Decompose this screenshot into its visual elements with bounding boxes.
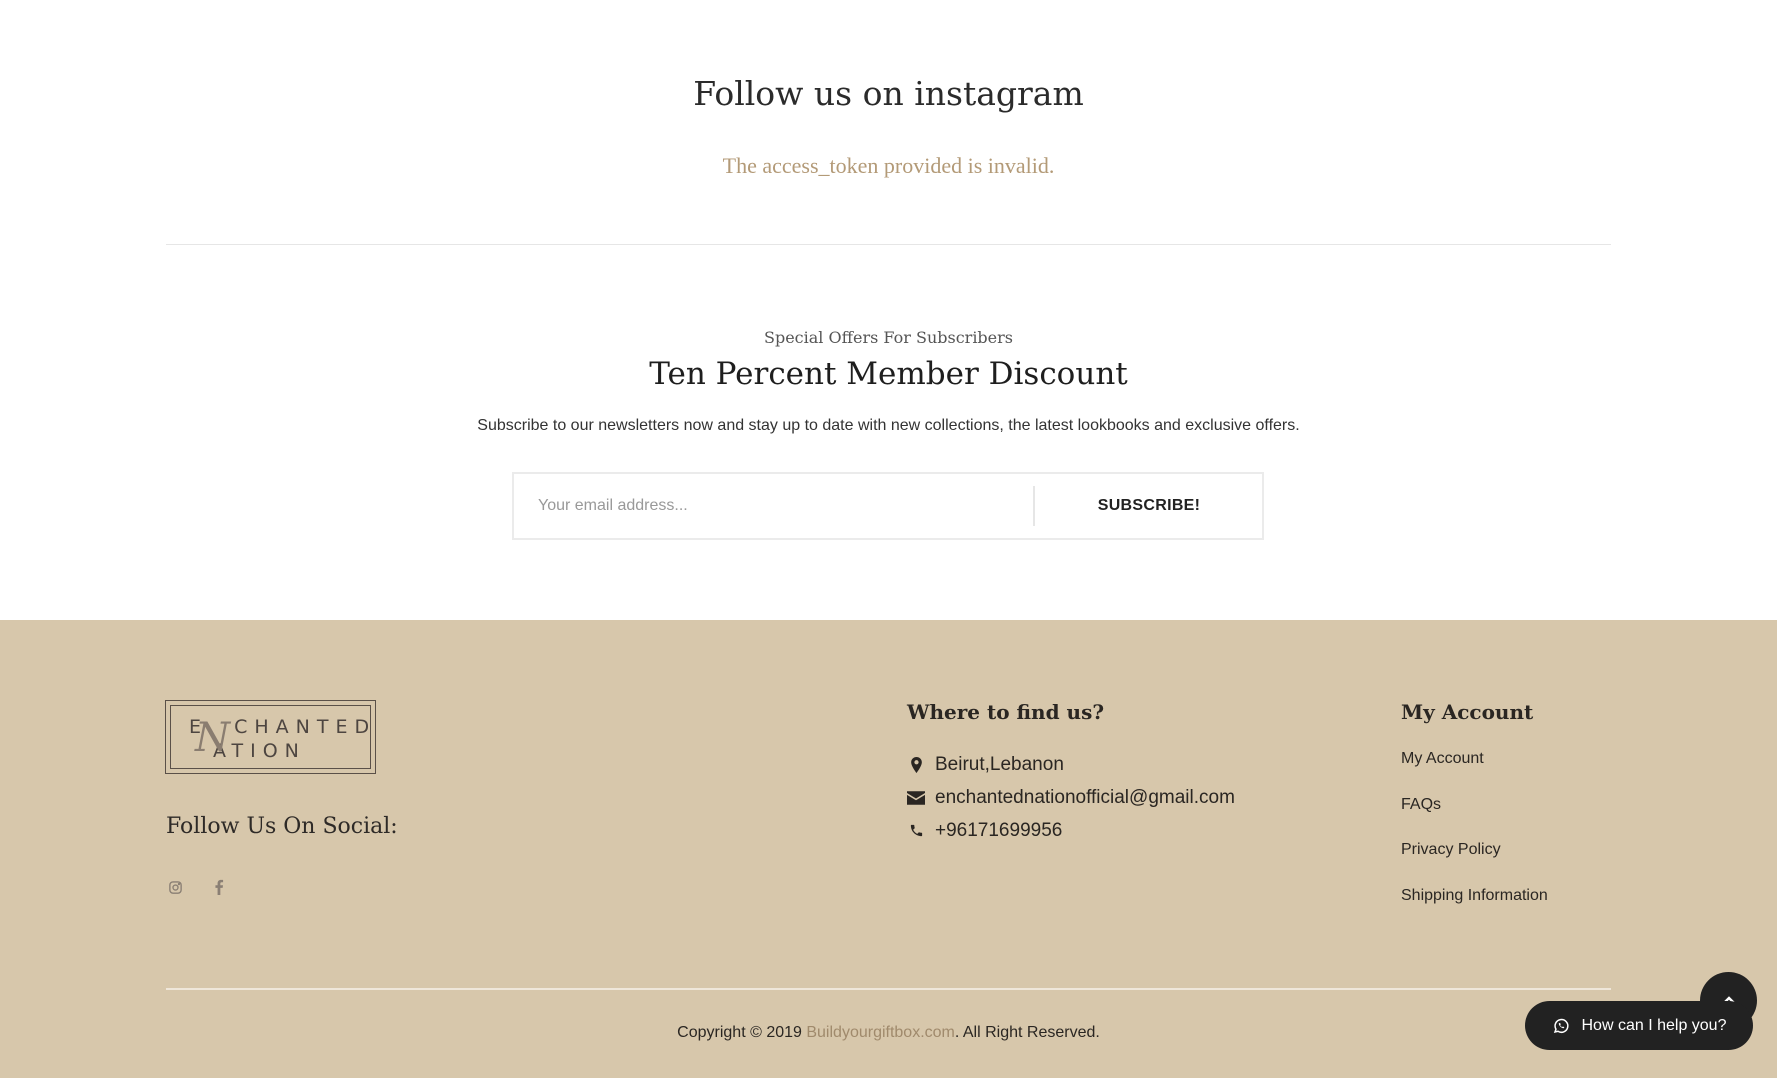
phone-link[interactable]: +96171699956 (935, 820, 1062, 842)
copyright-suffix: . All Right Reserved. (954, 1024, 1100, 1041)
my-account-title: My Account (1401, 700, 1534, 724)
contact-phone: +96171699956 (907, 814, 1235, 847)
map-pin-icon (907, 756, 925, 774)
copyright-prefix: Copyright © 2019 (677, 1024, 807, 1041)
email-link[interactable]: enchantednationofficial@gmail.com (935, 787, 1235, 809)
phone-icon (907, 822, 925, 840)
social-heading: Follow Us On Social: (166, 814, 398, 839)
account-link-shipping-information[interactable]: Shipping Information (1401, 883, 1548, 929)
envelope-icon (907, 789, 925, 807)
instagram-error-message: The access_token provided is invalid. (722, 153, 1055, 178)
newsletter-title: Ten Percent Member Discount (649, 356, 1128, 392)
instagram-section: Follow us on instagram The access_token … (0, 0, 1777, 246)
help-button-label: How can I help you? (1581, 1016, 1727, 1034)
newsletter-description: Subscribe to our newsletters now and sta… (477, 417, 1300, 434)
brand-logo[interactable]: E CHANTED ATION N (165, 700, 376, 774)
social-links (166, 878, 228, 896)
account-link-privacy-policy[interactable]: Privacy Policy (1401, 837, 1548, 883)
instagram-icon[interactable] (166, 878, 184, 896)
location-text: Beirut,Lebanon (935, 753, 1064, 775)
account-link-my-account[interactable]: My Account (1401, 746, 1548, 792)
copyright-brand-link[interactable]: Buildyourgiftbox.com (806, 1024, 955, 1041)
section-divider (166, 244, 1611, 245)
footer-divider (166, 988, 1611, 990)
account-link-faqs[interactable]: FAQs (1401, 792, 1548, 838)
contact-list: Beirut,Lebanon enchantednationofficial@g… (907, 748, 1235, 847)
newsletter-form: SUBSCRIBE! (512, 472, 1264, 540)
email-input[interactable] (514, 474, 1034, 538)
facebook-icon[interactable] (210, 878, 228, 896)
contact-location: Beirut,Lebanon (907, 748, 1235, 781)
copyright-text: Copyright © 2019 Buildyourgiftbox.com. A… (0, 1024, 1777, 1042)
my-account-column: My Account My Account FAQs Privacy Polic… (1401, 700, 1548, 928)
find-us-title: Where to find us? (907, 700, 1105, 724)
contact-email: enchantednationofficial@gmail.com (907, 781, 1235, 814)
subscribe-button[interactable]: SUBSCRIBE! (1036, 474, 1262, 538)
account-links: My Account FAQs Privacy Policy Shipping … (1401, 746, 1548, 928)
instagram-title: Follow us on instagram (693, 74, 1084, 113)
newsletter-subtitle: Special Offers For Subscribers (764, 328, 1013, 347)
find-us-column: Where to find us? Beirut,Lebanon enchant… (907, 700, 1235, 847)
whatsapp-help-button[interactable]: How can I help you? (1525, 1001, 1753, 1050)
form-separator (1033, 486, 1035, 526)
logo-monogram: N (195, 715, 230, 761)
logo-inner-frame: E CHANTED ATION N (170, 705, 371, 769)
site-footer: E CHANTED ATION N Follow Us On Social: W… (0, 620, 1777, 1078)
whatsapp-icon (1552, 1017, 1570, 1035)
